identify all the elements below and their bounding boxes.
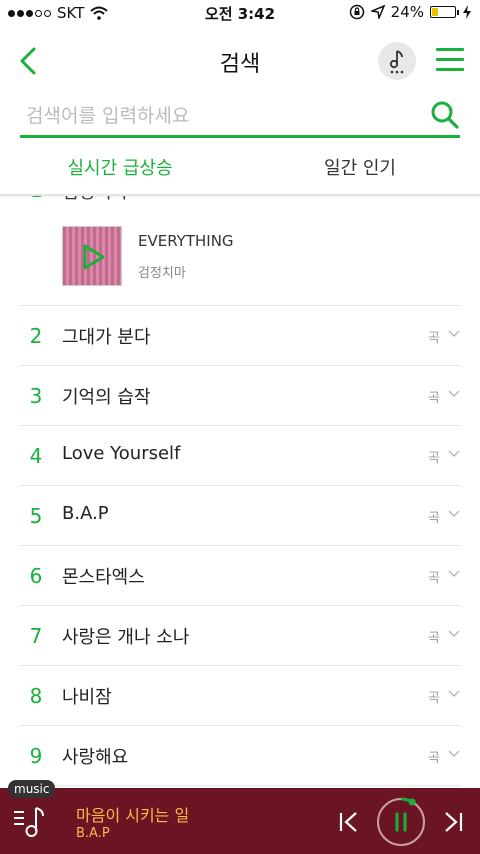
charging-icon — [463, 5, 471, 19]
rank-number: 7 — [29, 624, 43, 648]
chevron-down-icon[interactable] — [448, 330, 460, 338]
now-playing-title: 마음이 시키는 일 — [76, 806, 190, 825]
keyword-label: 기억의 습작 — [62, 387, 151, 408]
rank-number: 9 — [29, 744, 43, 768]
chevron-down-icon[interactable] — [448, 510, 460, 518]
list-item[interactable]: 8 나비잠 곡 — [20, 666, 460, 726]
search-button[interactable] — [430, 100, 460, 130]
chevron-down-icon[interactable] — [448, 750, 460, 758]
chevron-down-icon[interactable] — [448, 630, 460, 638]
tab-bar: 실시간 급상승 일간 인기 — [0, 142, 480, 194]
chevron-down-icon[interactable] — [448, 690, 460, 698]
keyword-label: Love Yourself — [62, 443, 181, 464]
type-label: 곡 — [428, 451, 440, 466]
pause-button[interactable] — [376, 797, 426, 847]
location-icon — [370, 5, 385, 19]
list-item[interactable]: 9 사랑해요 곡 — [20, 726, 460, 786]
search-bar — [20, 96, 460, 138]
type-label: 곡 — [428, 331, 440, 346]
album-art — [62, 226, 122, 286]
chevron-down-icon[interactable] — [448, 450, 460, 458]
keyword-list: 1 검정치마 EVERYTHING 검정치마 2그대가 분다곡3기억의 습작곡4… — [0, 196, 480, 788]
type-label: 곡 — [428, 631, 440, 646]
type-label: 곡 — [428, 751, 440, 766]
rank-number: 2 — [29, 324, 43, 348]
list-item[interactable]: 2 그대가 분다 곡 — [20, 306, 460, 366]
rank-number: 8 — [29, 684, 43, 708]
rotation-lock-icon — [349, 4, 364, 20]
battery-percent: 24% — [390, 3, 424, 21]
rank-number: 5 — [29, 504, 43, 528]
chevron-down-icon[interactable] — [448, 390, 460, 398]
list-item[interactable]: 4 Love Yourself 곡 — [20, 426, 460, 486]
keyword-label: 나비잠 — [62, 687, 112, 708]
rank-number: 6 — [29, 564, 43, 588]
type-label: 곡 — [428, 571, 440, 586]
chevron-down-icon[interactable] — [448, 570, 460, 578]
rank-number: 3 — [29, 384, 43, 408]
keyword-label: 사랑해요 — [62, 747, 129, 768]
music-button[interactable] — [378, 42, 416, 80]
keyword-label: 검정치마 — [62, 196, 128, 204]
type-label: 곡 — [428, 511, 440, 526]
previous-button[interactable] — [338, 810, 360, 834]
play-icon[interactable] — [81, 243, 107, 271]
keyword-label: 그대가 분다 — [62, 327, 151, 348]
music-note-icon — [389, 50, 404, 74]
song-title: EVERYTHING — [138, 232, 234, 250]
mini-player[interactable]: music 마음이 시키는 일 B.A.P — [0, 780, 480, 854]
status-right: 24% — [349, 3, 472, 21]
list-item[interactable]: 3 기억의 습작 곡 — [20, 366, 460, 426]
type-label: 곡 — [428, 391, 440, 406]
list-item-expanded-header[interactable]: 1 검정치마 — [20, 196, 460, 204]
music-tag: music — [8, 780, 56, 798]
search-input[interactable] — [26, 100, 416, 132]
next-button[interactable] — [442, 810, 464, 834]
list-item[interactable]: 5 B.A.P 곡 — [20, 486, 460, 546]
status-bar: SKT 오전 3:42 24% — [0, 0, 480, 26]
battery-icon — [430, 6, 459, 18]
header: 검색 — [0, 26, 480, 96]
keyword-label: 사랑은 개나 소나 — [62, 627, 190, 648]
rank-number: 1 — [30, 196, 43, 202]
song-artist: 검정치마 — [138, 266, 186, 281]
now-playing-artist: B.A.P — [76, 826, 110, 841]
type-label: 곡 — [428, 691, 440, 706]
keyword-label: B.A.P — [62, 503, 109, 524]
rank-number: 4 — [29, 444, 43, 468]
tab-realtime[interactable]: 실시간 급상승 — [0, 154, 240, 180]
tab-daily[interactable]: 일간 인기 — [240, 154, 480, 180]
expanded-song[interactable]: EVERYTHING 검정치마 — [20, 210, 460, 306]
list-item[interactable]: 7 사랑은 개나 소나 곡 — [20, 606, 460, 666]
playlist-icon[interactable] — [12, 804, 50, 840]
keyword-label: 몬스타엑스 — [62, 567, 145, 588]
list-item[interactable]: 6 몬스타엑스 곡 — [20, 546, 460, 606]
menu-button[interactable] — [436, 48, 464, 72]
